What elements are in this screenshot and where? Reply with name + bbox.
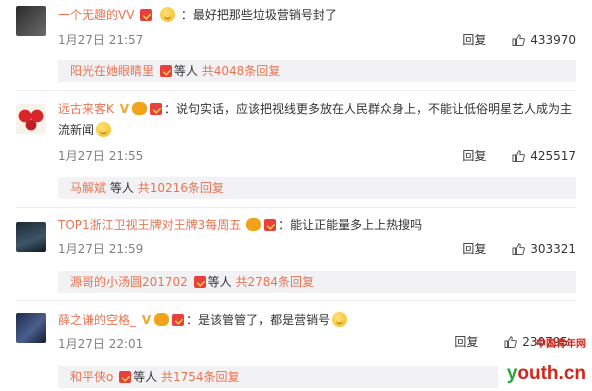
reply-button[interactable]: 回复 xyxy=(462,242,486,256)
member-badge-icon xyxy=(119,371,132,383)
thumbs-up-icon[interactable] xyxy=(512,34,526,46)
reply-button[interactable]: 回复 xyxy=(454,335,478,349)
replies-summary[interactable]: 和平侠o 等人 共1754条回复 xyxy=(58,366,498,388)
reply-count-link[interactable]: 共4048条回复 xyxy=(202,64,281,78)
member-badge-icon xyxy=(172,314,185,326)
reply-etc: 等人 xyxy=(207,275,232,289)
comment-actions: 回复 303321 xyxy=(462,240,576,257)
reply-button[interactable]: 回复 xyxy=(462,33,486,47)
member-badge-icon xyxy=(159,65,172,77)
comment-time: 1月27日 21:59 xyxy=(58,242,144,256)
level-badge-icon xyxy=(154,313,170,326)
comment-username[interactable]: TOP1浙江卫视王牌对王牌3每周五 xyxy=(58,218,241,232)
thumbs-up-icon[interactable] xyxy=(512,150,526,162)
reply-username[interactable]: 和平侠o xyxy=(70,370,113,384)
reply-button[interactable]: 回复 xyxy=(462,149,486,163)
level-badge-icon xyxy=(132,102,147,115)
emoji-icon xyxy=(160,7,176,22)
logo-main-text: youth.cn xyxy=(506,363,586,384)
comment-time: 1月27日 22:01 xyxy=(58,337,144,351)
comment-text: ：能让正能量多上上热搜吗 xyxy=(278,218,423,232)
comment-username[interactable]: 一个无趣的VV xyxy=(58,8,134,22)
level-badge-icon xyxy=(246,218,262,231)
reply-count-link[interactable]: 共10216条回复 xyxy=(138,181,224,195)
verified-v-icon: V xyxy=(141,313,152,327)
youth-cn-logo: 中国青年网 youth.cn xyxy=(506,335,586,385)
reply-username[interactable]: 阳光在她眼睛里 xyxy=(70,64,154,78)
like-count: 433970 xyxy=(530,33,576,47)
replies-summary[interactable]: 阳光在她眼睛里 等人 共4048条回复 xyxy=(58,60,576,82)
comment-username[interactable]: 远古来客K xyxy=(58,102,114,116)
divider xyxy=(16,300,576,301)
logo-top-text: 中国青年网 xyxy=(536,339,586,350)
member-badge-icon xyxy=(150,103,162,115)
reply-count-link[interactable]: 共2784条回复 xyxy=(235,275,314,289)
reply-count-link[interactable]: 共1754条回复 xyxy=(161,370,240,384)
comment-text: ：最好把那些垃圾营销号封了 xyxy=(180,8,337,22)
comment-username[interactable]: 薛之谦的空格_ xyxy=(58,313,136,327)
thumbs-up-icon[interactable] xyxy=(512,243,526,255)
comment-actions: 回复 425517 xyxy=(462,147,576,164)
reply-username[interactable]: 源哥的小汤圆201702 xyxy=(70,275,188,289)
comment-text: ：是该管管了，都是营销号 xyxy=(186,313,331,327)
comment-actions: 回复 433970 xyxy=(462,31,576,48)
member-badge-icon xyxy=(140,9,153,21)
avatar[interactable] xyxy=(16,313,46,343)
divider xyxy=(16,207,576,208)
verified-v-icon: V xyxy=(119,102,129,116)
emoji-icon xyxy=(96,122,112,137)
reply-etc: 等人 xyxy=(133,370,158,384)
reply-etc: 等人 xyxy=(109,181,134,195)
avatar[interactable] xyxy=(16,104,46,134)
reply-etc: 等人 xyxy=(173,64,198,78)
emoji-icon xyxy=(332,312,348,327)
divider xyxy=(16,90,576,91)
comment-time: 1月27日 21:55 xyxy=(58,149,144,163)
like-count: 303321 xyxy=(530,242,576,256)
avatar[interactable] xyxy=(16,222,46,252)
comment-time: 1月27日 21:57 xyxy=(58,33,144,47)
replies-summary[interactable]: 源哥的小汤圆201702 等人 共2784条回复 xyxy=(58,271,576,293)
avatar[interactable] xyxy=(16,6,46,36)
reply-username[interactable]: 马解斌 xyxy=(70,181,106,195)
like-count: 425517 xyxy=(530,149,576,163)
replies-summary[interactable]: 马解斌 等人 共10216条回复 xyxy=(58,177,576,199)
member-badge-icon xyxy=(264,219,277,231)
member-badge-icon xyxy=(193,276,206,288)
